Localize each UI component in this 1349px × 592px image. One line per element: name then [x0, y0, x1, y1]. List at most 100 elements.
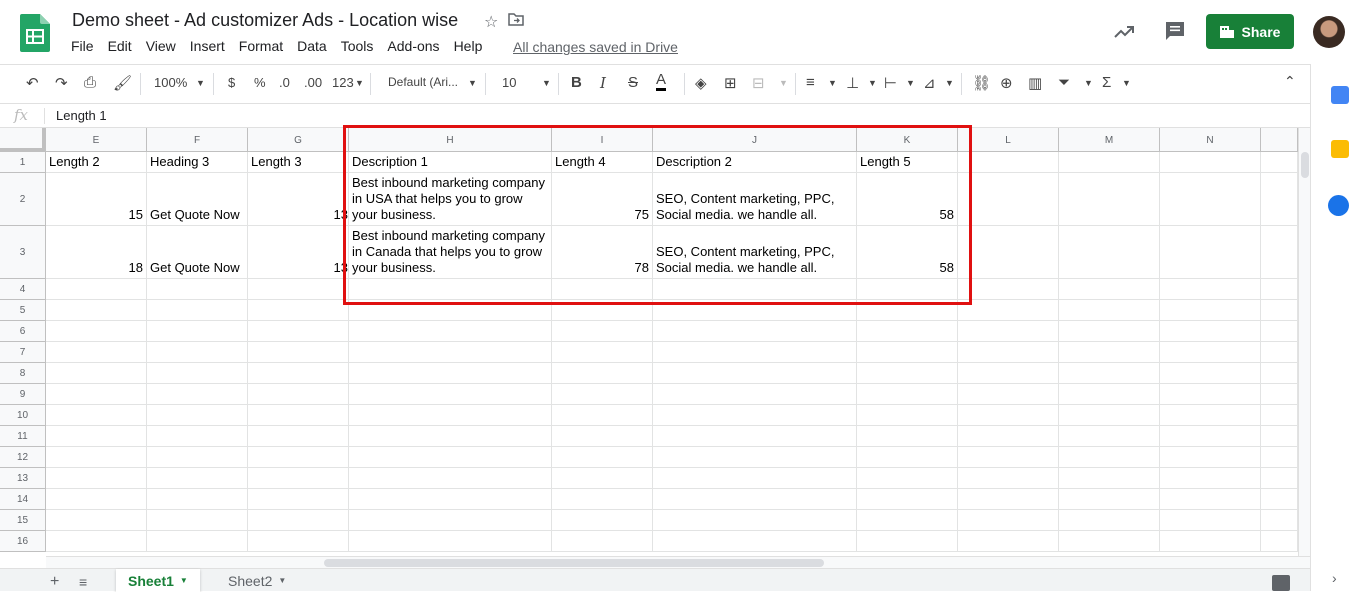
empty-cell[interactable]	[552, 279, 653, 300]
empty-cell[interactable]	[1059, 426, 1160, 447]
chevron-down-icon[interactable]: ▼	[355, 78, 364, 88]
empty-cell[interactable]	[1261, 173, 1298, 226]
empty-cell[interactable]	[1261, 279, 1298, 300]
chevron-down-icon[interactable]: ▼	[196, 78, 205, 88]
undo-icon[interactable]: ↶	[26, 74, 39, 92]
row-header-11[interactable]: 11	[0, 426, 46, 447]
empty-cell[interactable]	[958, 468, 1059, 489]
chevron-down-icon[interactable]: ▼	[945, 78, 954, 88]
column-header-e[interactable]: E	[46, 128, 147, 152]
filter-icon[interactable]: ⏷	[1058, 74, 1070, 91]
add-sheet-icon[interactable]: +	[50, 573, 59, 591]
empty-cell[interactable]	[147, 363, 248, 384]
menu-tools[interactable]: Tools	[341, 38, 374, 54]
empty-cell[interactable]	[857, 468, 958, 489]
cell-h3[interactable]: Best inbound marketing company in Canada…	[349, 226, 552, 279]
cell-e2[interactable]: 15	[46, 173, 147, 226]
empty-cell[interactable]	[349, 321, 552, 342]
row-header-6[interactable]: 6	[0, 321, 46, 342]
empty-cell[interactable]	[857, 510, 958, 531]
italic-button[interactable]: I	[600, 74, 606, 92]
sheet-tab-sheet2[interactable]: Sheet2 ▼	[216, 569, 298, 592]
keep-icon[interactable]	[1331, 140, 1349, 158]
empty-cell[interactable]	[1160, 405, 1261, 426]
row-header-8[interactable]: 8	[0, 363, 46, 384]
formula-input[interactable]: Length 1	[56, 108, 107, 123]
row-header-12[interactable]: 12	[0, 447, 46, 468]
horizontal-scroll-thumb[interactable]	[324, 559, 824, 567]
empty-cell[interactable]	[552, 384, 653, 405]
empty-cell[interactable]	[1059, 510, 1160, 531]
column-header-h[interactable]: H	[349, 128, 552, 152]
column-header-l[interactable]: L	[958, 128, 1059, 152]
decrease-decimal-button[interactable]: .0	[279, 75, 290, 90]
row-header-10[interactable]: 10	[0, 405, 46, 426]
empty-cell[interactable]	[1160, 300, 1261, 321]
menu-addons[interactable]: Add-ons	[387, 38, 439, 54]
insert-chart-icon[interactable]: ▥	[1028, 74, 1042, 92]
empty-cell[interactable]	[1261, 468, 1298, 489]
calendar-icon[interactable]	[1331, 86, 1349, 104]
row-header-16[interactable]: 16	[0, 531, 46, 552]
cell-j3[interactable]: SEO, Content marketing, PPC, Social medi…	[653, 226, 857, 279]
empty-cell[interactable]	[1261, 342, 1298, 363]
empty-cell[interactable]	[857, 447, 958, 468]
cell-k3[interactable]: 58	[857, 226, 958, 279]
empty-cell[interactable]	[958, 321, 1059, 342]
empty-cell[interactable]	[857, 405, 958, 426]
empty-cell[interactable]	[1261, 300, 1298, 321]
empty-cell[interactable]	[147, 447, 248, 468]
empty-cell[interactable]	[147, 426, 248, 447]
cell-g3[interactable]: 13	[248, 226, 349, 279]
empty-cell[interactable]	[46, 279, 147, 300]
cell-i3[interactable]: 78	[552, 226, 653, 279]
empty-cell[interactable]	[1261, 426, 1298, 447]
vertical-align-icon[interactable]: ⊥	[846, 74, 859, 92]
empty-cell[interactable]	[857, 489, 958, 510]
empty-cell[interactable]	[349, 468, 552, 489]
empty-cell[interactable]	[349, 510, 552, 531]
vertical-scroll-thumb[interactable]	[1301, 152, 1309, 178]
empty-cell[interactable]	[552, 300, 653, 321]
menu-format[interactable]: Format	[239, 38, 283, 54]
empty-cell[interactable]	[1160, 468, 1261, 489]
empty-cell[interactable]	[1261, 447, 1298, 468]
empty-cell[interactable]	[349, 363, 552, 384]
empty-cell[interactable]	[46, 426, 147, 447]
empty-cell[interactable]	[1059, 384, 1160, 405]
empty-cell[interactable]	[958, 279, 1059, 300]
empty-cell[interactable]	[857, 279, 958, 300]
cell-i1[interactable]: Length 4	[552, 152, 653, 173]
empty-cell[interactable]	[1059, 173, 1160, 226]
menu-insert[interactable]: Insert	[190, 38, 225, 54]
empty-cell[interactable]	[147, 489, 248, 510]
print-icon[interactable]: ⎙	[84, 74, 96, 91]
cell-g1[interactable]: Length 3	[248, 152, 349, 173]
empty-cell[interactable]	[248, 468, 349, 489]
cell-j2[interactable]: SEO, Content marketing, PPC, Social medi…	[653, 173, 857, 226]
empty-cell[interactable]	[958, 300, 1059, 321]
font-family-select[interactable]: Default (Ari...	[388, 75, 458, 89]
empty-cell[interactable]	[1160, 152, 1261, 173]
empty-cell[interactable]	[248, 321, 349, 342]
activity-trend-icon[interactable]	[1112, 20, 1136, 44]
vertical-scrollbar[interactable]	[1298, 128, 1310, 556]
chevron-down-icon[interactable]: ▼	[779, 78, 788, 88]
empty-cell[interactable]	[1059, 321, 1160, 342]
percent-format-button[interactable]: %	[254, 75, 266, 90]
empty-cell[interactable]	[248, 510, 349, 531]
share-button[interactable]: Share	[1206, 14, 1294, 49]
row-header-14[interactable]: 14	[0, 489, 46, 510]
empty-cell[interactable]	[1059, 226, 1160, 279]
strikethrough-button[interactable]: S	[628, 74, 638, 91]
empty-cell[interactable]	[349, 447, 552, 468]
row-header-4[interactable]: 4	[0, 279, 46, 300]
empty-cell[interactable]	[349, 342, 552, 363]
empty-cell[interactable]	[552, 468, 653, 489]
empty-cell[interactable]	[552, 426, 653, 447]
cell-k1[interactable]: Length 5	[857, 152, 958, 173]
move-to-folder-icon[interactable]	[508, 12, 524, 31]
empty-cell[interactable]	[653, 279, 857, 300]
column-header-j[interactable]: J	[653, 128, 857, 152]
empty-cell[interactable]	[1160, 342, 1261, 363]
